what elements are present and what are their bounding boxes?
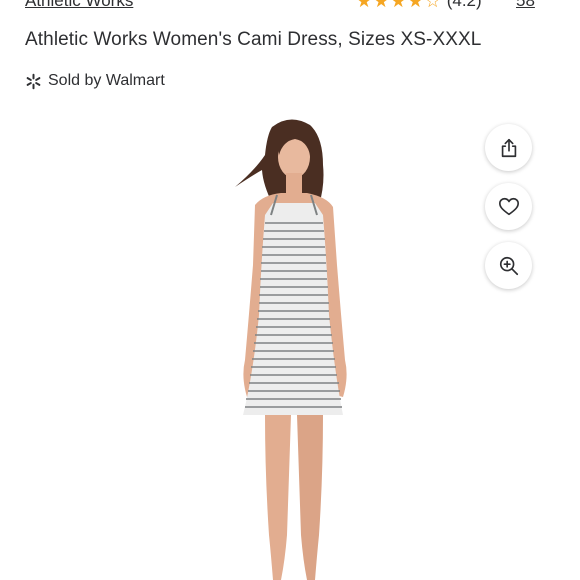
star-icon: ★ (356, 0, 373, 11)
brand-link[interactable]: Athletic Works (25, 0, 133, 11)
share-icon (501, 138, 516, 157)
share-button[interactable] (485, 124, 532, 171)
walmart-spark-icon (26, 73, 41, 89)
rating-value: (4.2) (446, 0, 482, 10)
rating[interactable]: ★ ★ ★ ★ ☆ (4.2) (356, 0, 482, 11)
product-title: Athletic Works Women's Cami Dress, Sizes… (25, 29, 482, 50)
seller-info: Sold by Walmart (25, 72, 165, 90)
heart-icon (498, 197, 519, 215)
star-icon: ★ (407, 0, 424, 11)
star-icon: ★ (390, 0, 407, 11)
zoom-button[interactable] (485, 242, 532, 289)
header-row: Athletic Works ★ ★ ★ ★ ☆ (4.2) 58 (0, 0, 580, 14)
zoom-in-icon (499, 256, 518, 275)
star-rating: ★ ★ ★ ★ ☆ (356, 0, 441, 10)
review-count-link[interactable]: 58 (516, 0, 535, 11)
favorite-button[interactable] (485, 183, 532, 230)
star-icon: ★ (373, 0, 390, 11)
seller-label: Sold by Walmart (48, 72, 165, 89)
star-empty-icon: ☆ (424, 0, 441, 11)
product-image[interactable] (215, 115, 375, 580)
